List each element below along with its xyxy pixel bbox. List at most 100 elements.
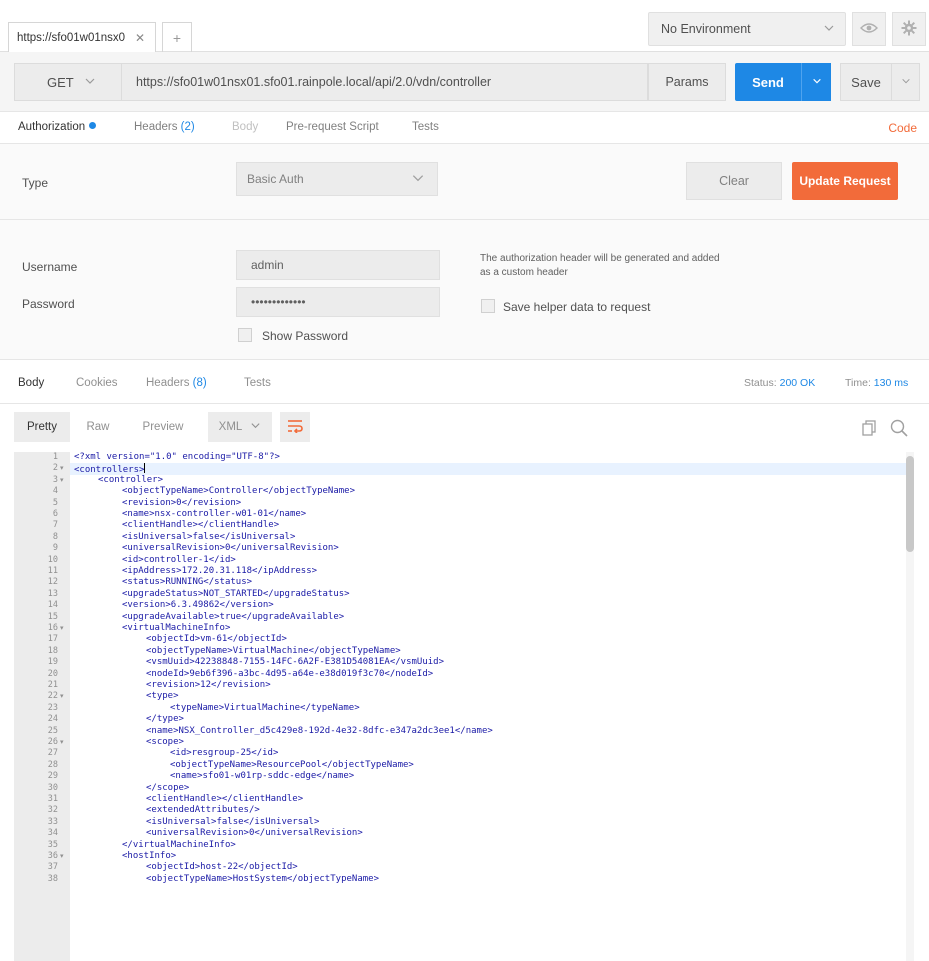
line-number: 34: [47, 828, 58, 839]
fold-toggle-icon[interactable]: ▾: [60, 737, 64, 749]
line-number: 24: [47, 714, 58, 725]
tab-headers-label: Headers: [134, 121, 178, 133]
fold-toggle-icon[interactable]: ▾: [60, 475, 64, 487]
status-label: Status:: [744, 377, 777, 389]
code-line: <objectTypeName>VirtualMachine</objectTy…: [146, 645, 401, 656]
line-number: 2: [52, 463, 58, 474]
scrollbar-thumb[interactable]: [906, 456, 914, 552]
code-line: <status>RUNNING</status>: [122, 577, 253, 588]
raw-button[interactable]: Raw: [78, 412, 118, 442]
tab-response-cookies[interactable]: Cookies: [76, 377, 118, 389]
pretty-button[interactable]: Pretty: [14, 412, 70, 442]
code-line: <nodeId>9eb6f396-a3bc-4d95-a64e-e38d019f…: [146, 668, 434, 679]
eye-icon: [860, 22, 878, 37]
update-request-button[interactable]: Update Request: [792, 162, 898, 200]
gear-icon: [901, 20, 917, 39]
line-number: 26: [47, 737, 58, 747]
close-tab-icon[interactable]: ✕: [135, 31, 145, 45]
code-line: <name>sfo01-w01rp-sddc-edge</name>: [170, 771, 355, 782]
code-line: <scope>: [146, 737, 184, 747]
save-helper-label: Save helper data to request: [503, 300, 651, 314]
line-number: 13: [47, 588, 58, 599]
line-number: 9: [52, 543, 58, 554]
chevron-down-icon: [812, 75, 822, 89]
status-value: 200 OK: [779, 377, 816, 389]
username-input[interactable]: admin: [236, 250, 440, 280]
tab-authorization[interactable]: Authorization: [18, 121, 97, 133]
text-caret: [144, 463, 146, 474]
line-number: 38: [47, 873, 58, 884]
code-line: <typeName>VirtualMachine</typeName>: [170, 702, 360, 713]
wrap-lines-button[interactable]: [280, 412, 310, 442]
code-line: <upgradeAvailable>true</upgradeAvailable…: [122, 611, 345, 622]
fold-toggle-icon[interactable]: ▾: [60, 623, 64, 635]
password-input[interactable]: •••••••••••••: [236, 287, 440, 317]
line-number: 18: [47, 645, 58, 656]
code-line: <isUniversal>false</isUniversal>: [146, 816, 320, 827]
headers-count: (2): [180, 121, 195, 133]
line-number: 32: [47, 805, 58, 816]
code-line: <?xml version="1.0" encoding="UTF-8"?>: [74, 452, 280, 462]
fold-toggle-icon[interactable]: ▾: [60, 691, 64, 703]
tab-body[interactable]: Body: [232, 121, 258, 133]
environment-selected: No Environment: [661, 22, 751, 36]
new-tab-button[interactable]: +: [162, 22, 192, 52]
auth-type-section: Type Basic Auth Clear Update Request: [0, 144, 929, 220]
chevron-down-icon: [250, 420, 261, 434]
code-line: <virtualMachineInfo>: [122, 623, 231, 633]
status-readout: Status: 200 OK: [744, 377, 815, 389]
save-dropdown-button[interactable]: [892, 63, 920, 101]
tab-tests[interactable]: Tests: [412, 121, 439, 133]
send-dropdown-button[interactable]: [801, 63, 831, 101]
time-label: Time:: [845, 377, 871, 389]
tab-prerequest-script[interactable]: Pre-request Script: [286, 121, 379, 133]
tab-response-tests[interactable]: Tests: [244, 377, 271, 389]
url-input[interactable]: https://sfo01w01nsx01.sfo01.rainpole.loc…: [122, 63, 648, 101]
response-editor[interactable]: 1 2 ▾ 3 ▾ 4 5 6 7 8 9 10 11 12 13 14 15 16 ▾ 17 18 19 20 21 22 ▾ 2…: [14, 452, 916, 961]
code-line: <objectId>host-22</objectId>: [146, 862, 298, 873]
code-link[interactable]: Code: [888, 121, 917, 135]
code-line: <hostInfo>: [122, 851, 177, 861]
line-number: 37: [47, 862, 58, 873]
request-tab[interactable]: https://sfo01w01nsx0 ✕: [8, 22, 156, 52]
clear-button[interactable]: Clear: [686, 162, 782, 200]
chevron-down-icon: [84, 75, 96, 90]
tab-headers[interactable]: Headers (2): [134, 121, 195, 133]
code-line: <objectTypeName>HostSystem</objectTypeNa…: [146, 873, 379, 884]
fold-toggle-icon[interactable]: ▾: [60, 463, 64, 475]
code-line: <objectTypeName>Controller</objectTypeNa…: [122, 486, 355, 497]
save-button[interactable]: Save: [840, 63, 892, 101]
code-line: <upgradeStatus>NOT_STARTED</upgradeStatu…: [122, 588, 350, 599]
editor-scrollbar[interactable]: [906, 452, 914, 961]
line-number: 6: [52, 509, 58, 519]
auth-type-select[interactable]: Basic Auth: [236, 162, 438, 196]
line-number: 5: [52, 497, 58, 508]
response-view-bar: Pretty Raw Preview XML: [0, 404, 929, 450]
copy-icon[interactable]: [862, 420, 876, 439]
quick-look-button[interactable]: [852, 12, 886, 46]
line-number: 10: [47, 554, 58, 565]
line-number: 30: [47, 782, 58, 793]
manage-environments-button[interactable]: [892, 12, 926, 46]
environment-select[interactable]: No Environment: [648, 12, 846, 46]
show-password-checkbox[interactable]: [238, 328, 252, 342]
line-number: 11: [47, 566, 58, 576]
tab-response-headers[interactable]: Headers (8): [146, 377, 207, 389]
password-label: Password: [22, 297, 75, 311]
preview-button[interactable]: Preview: [132, 412, 194, 442]
code-line: <name>NSX_Controller_d5c429e8-192d-4e32-…: [146, 725, 493, 736]
code-line: <clientHandle></clientHandle>: [122, 520, 280, 531]
format-select[interactable]: XML: [208, 412, 272, 442]
line-number: 29: [47, 771, 58, 782]
line-number: 14: [47, 600, 58, 611]
search-icon[interactable]: [890, 419, 908, 440]
params-button[interactable]: Params: [648, 63, 726, 101]
type-label: Type: [22, 176, 49, 190]
method-select[interactable]: GET: [14, 63, 122, 101]
save-helper-checkbox[interactable]: [481, 299, 495, 313]
fold-toggle-icon[interactable]: ▾: [60, 851, 64, 863]
send-button[interactable]: Send: [735, 63, 801, 101]
code-line: <universalRevision>0</universalRevision>: [146, 828, 363, 839]
line-number: 21: [47, 680, 58, 690]
tab-response-body[interactable]: Body: [18, 377, 44, 389]
